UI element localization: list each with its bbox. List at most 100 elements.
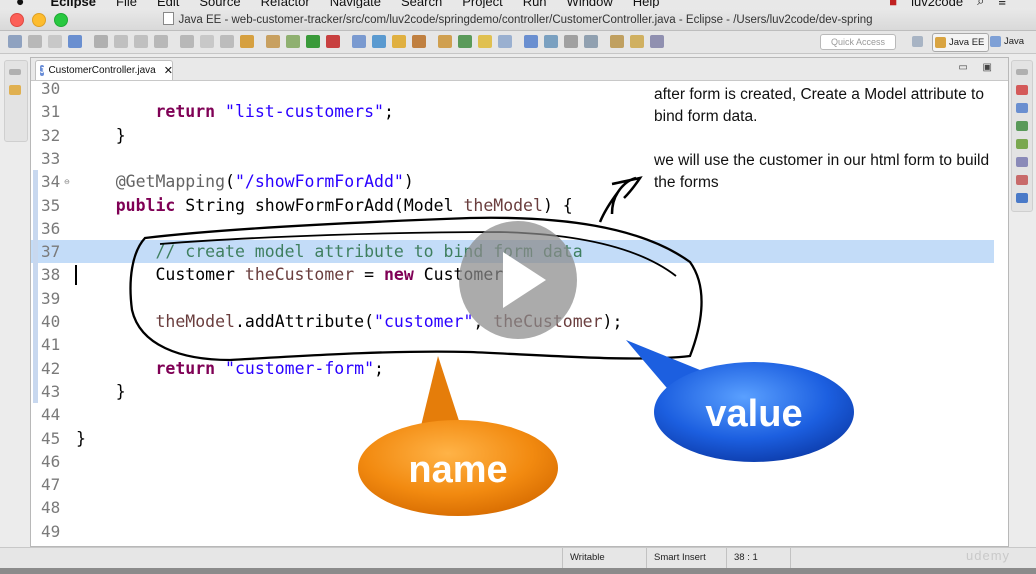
toolbar-tool-icon[interactable]	[220, 35, 234, 48]
editor-window-controls[interactable]: ▭ ▣	[958, 62, 998, 73]
menu-edit[interactable]: Edit	[157, 0, 179, 8]
toolbar-tool-icon[interactable]	[154, 35, 168, 48]
toolbar-tool-icon[interactable]	[286, 35, 300, 48]
toolbar-tool-icon[interactable]	[412, 35, 426, 48]
package-explorer-icon[interactable]	[9, 85, 21, 95]
line-number: 31	[41, 102, 61, 122]
code-line[interactable]: 43 }	[31, 380, 994, 403]
toolbar-tool-icon[interactable]	[392, 35, 406, 48]
code-line[interactable]: 36	[31, 217, 994, 240]
toolbar-tool-icon[interactable]	[458, 35, 472, 48]
menu-search[interactable]: Search	[401, 0, 442, 8]
toolbar-tool-icon[interactable]	[326, 35, 340, 48]
code-text: @GetMapping("/showFormForAdd")	[115, 172, 414, 192]
toolbar-tool-icon[interactable]	[610, 35, 624, 48]
os-menubar: ● Eclipse File Edit Source Refactor Navi…	[0, 0, 1036, 8]
toolbar-tool-icon[interactable]	[564, 35, 578, 48]
menu-app-name[interactable]: Eclipse	[50, 0, 96, 8]
menu-user[interactable]: luv2code	[911, 0, 963, 8]
restore-icon[interactable]	[1016, 69, 1028, 75]
annotation-note-1: after form is created, Create a Model at…	[654, 84, 984, 128]
window-titlebar: Java EE - web-customer-tracker/src/com/l…	[0, 8, 1036, 31]
code-line[interactable]: 41	[31, 333, 994, 356]
toolbar-tool-icon[interactable]	[584, 35, 598, 48]
menu-project[interactable]: Project	[462, 0, 502, 8]
code-line[interactable]: 40 theModel.addAttribute("customer", the…	[31, 310, 994, 333]
console-icon[interactable]	[1016, 139, 1028, 149]
code-line[interactable]: 42 return "customer-form";	[31, 357, 994, 380]
code-line[interactable]: 44	[31, 403, 994, 426]
menu-navigate[interactable]: Navigate	[330, 0, 381, 8]
code-line[interactable]: 38 Customer theCustomer = new Customer()…	[31, 263, 994, 286]
code-line[interactable]: 48	[31, 496, 994, 519]
problems-icon[interactable]	[1016, 175, 1028, 185]
perspective-javaee-label: Java EE	[949, 37, 985, 48]
line-number: 36	[41, 218, 61, 238]
method-range-marker	[33, 170, 38, 404]
toolbar-tool-icon[interactable]	[266, 35, 280, 48]
code-text: Customer theCustomer = new Customer();	[76, 265, 534, 285]
menu-window[interactable]: Window	[567, 0, 613, 8]
toolbar-tool-icon[interactable]	[630, 35, 644, 48]
status-divider	[790, 548, 792, 568]
toolbar-tool-icon[interactable]	[544, 35, 558, 48]
code-line[interactable]: 37 // create model attribute to bind for…	[31, 240, 994, 264]
toolbar-tool-icon[interactable]	[68, 35, 82, 48]
search-icon[interactable]: ⌕	[977, 0, 984, 8]
quick-access-input[interactable]: Quick Access	[820, 34, 896, 50]
toolbar-tool-icon[interactable]	[180, 35, 194, 48]
list-icon[interactable]: ≡	[998, 0, 1006, 8]
fold-icon[interactable]: ⊖	[64, 178, 70, 186]
code-line[interactable]: 39	[31, 287, 994, 310]
line-number: 46	[41, 451, 61, 471]
toolbar-tool-icon[interactable]	[352, 35, 366, 48]
toolbar-tool-icon[interactable]	[28, 35, 42, 48]
close-tab-icon[interactable]: ✕	[164, 64, 173, 77]
restore-icon[interactable]	[9, 69, 21, 75]
toolbar-tool-icon[interactable]	[650, 35, 664, 48]
toolbar-tool-icon[interactable]	[372, 35, 386, 48]
line-number: 30	[41, 79, 61, 98]
menu-run[interactable]: Run	[523, 0, 547, 8]
code-line[interactable]: 46	[31, 450, 994, 473]
menu-help[interactable]: Help	[633, 0, 660, 8]
code-line[interactable]: 47	[31, 473, 994, 496]
toolbar-tool-icon[interactable]	[240, 35, 254, 48]
toolbar-tool-icon[interactable]	[478, 35, 492, 48]
line-number: 45	[41, 428, 61, 448]
toolbar-tool-icon[interactable]	[114, 35, 128, 48]
perspective-javaee-button[interactable]: Java EE	[932, 33, 990, 52]
toolbar-tool-icon[interactable]	[524, 35, 538, 48]
menu-file[interactable]: File	[116, 0, 137, 8]
apple-icon[interactable]: ●	[16, 0, 24, 8]
markers-icon[interactable]	[1016, 157, 1028, 167]
toolbar-tool-icon[interactable]	[438, 35, 452, 48]
open-perspective-icon[interactable]	[912, 36, 923, 47]
code-line[interactable]: 35 public String showFormForAdd(Model th…	[31, 194, 994, 217]
line-number: 37	[41, 242, 61, 262]
perspective-java-button[interactable]: Java	[990, 33, 1024, 50]
menu-refactor[interactable]: Refactor	[261, 0, 310, 8]
toolbar-tool-icon[interactable]	[94, 35, 108, 48]
task-list-icon[interactable]	[1016, 103, 1028, 113]
line-number: 42	[41, 358, 61, 378]
outline-icon[interactable]	[1016, 85, 1028, 95]
status-icons: ■	[889, 0, 898, 8]
toolbar-tool-icon[interactable]	[498, 35, 512, 48]
toolbar-tool-icon[interactable]	[48, 35, 62, 48]
code-line[interactable]: 49	[31, 520, 994, 543]
code-line[interactable]: 45}	[31, 427, 994, 450]
tab-label: CustomerController.java	[48, 65, 156, 76]
toolbar-tool-icon[interactable]	[8, 35, 22, 48]
code-editor: J CustomerController.java ✕ ▭ ▣ 30 31 ret…	[30, 57, 1009, 547]
perspective-java-label: Java	[1004, 36, 1025, 47]
left-trim-stack	[4, 60, 28, 142]
properties-icon[interactable]	[1016, 193, 1028, 203]
toolbar-tool-icon[interactable]	[306, 35, 320, 48]
menu-source[interactable]: Source	[199, 0, 240, 8]
toolbar-tool-icon[interactable]	[134, 35, 148, 48]
servers-icon[interactable]	[1016, 121, 1028, 131]
code-text: }	[76, 125, 126, 145]
toolbar-tool-icon[interactable]	[200, 35, 214, 48]
watermark: udemy	[966, 548, 1011, 563]
